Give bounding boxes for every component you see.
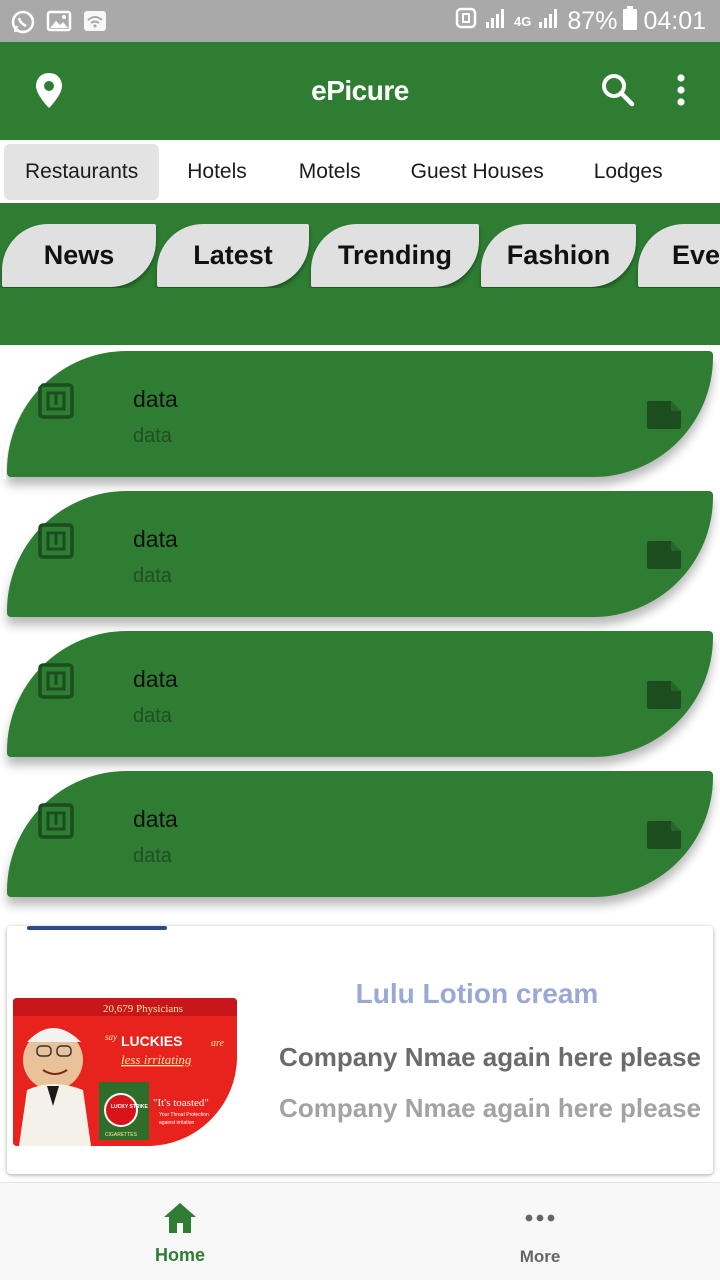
ad-image[interactable]: 20,679 Physicians say LUCKIES are less i… — [13, 998, 237, 1146]
category-tabs: Restaurants Hotels Motels Guest Houses L… — [0, 140, 720, 203]
list-item[interactable]: data data — [7, 491, 713, 617]
battery-icon — [623, 5, 638, 37]
list-item-subtitle: data — [133, 705, 172, 727]
search-icon[interactable] — [600, 72, 636, 113]
list-item-title: data — [133, 526, 178, 552]
ad-image-text-pack: LUCKY STRIKE — [111, 1104, 149, 1110]
tab-restaurants[interactable]: Restaurants — [4, 143, 160, 200]
chip-fashion[interactable]: Fashion — [481, 224, 636, 287]
signal-icon-2 — [537, 6, 561, 37]
ad-image-text-top: 20,679 Physicians — [103, 1003, 183, 1015]
tab-guest-houses[interactable]: Guest Houses — [385, 144, 568, 200]
ad-image-text-claim: less irritating — [121, 1052, 192, 1067]
ad-image-text-sub: Your Throat Protection — [159, 1112, 209, 1118]
note-icon — [645, 679, 683, 716]
clock: 04:01 — [643, 6, 706, 35]
nav-home-label: Home — [154, 1245, 205, 1265]
bottom-navigation: Home More — [0, 1182, 720, 1280]
ad-image-text-tagline: "It's toasted" — [153, 1097, 209, 1109]
nav-home[interactable]: Home — [0, 1183, 360, 1280]
nav-more-label: More — [519, 1247, 561, 1266]
battery-percent: 87% — [567, 6, 618, 35]
screen: 4G 87% 04:01 ePicure Restaurants Hotels … — [0, 0, 720, 1280]
list-item-title: data — [133, 806, 178, 832]
ad-title: Lulu Lotion cream — [355, 978, 599, 1009]
ad-image-text-are: are — [211, 1038, 225, 1049]
more-horiz-icon — [522, 1201, 558, 1240]
gallery-icon — [46, 9, 72, 33]
chip-latest[interactable]: Latest — [157, 224, 309, 287]
list-item[interactable]: data data — [7, 631, 713, 757]
whatsapp-icon — [10, 9, 35, 34]
tab-lodges[interactable]: Lodges — [568, 144, 687, 200]
list-item-title: data — [133, 386, 178, 412]
ad-image-text-cig: CIGARETTES — [105, 1132, 138, 1138]
note-icon — [645, 399, 683, 436]
app-bar: ePicure — [0, 42, 720, 140]
network-type: 4G — [514, 13, 532, 29]
list-item[interactable]: data data — [7, 351, 713, 477]
status-bar: 4G 87% 04:01 — [0, 0, 720, 42]
nfc-icon — [454, 6, 478, 37]
ad-divider — [27, 926, 167, 930]
ad-image-text-sub2: against irritation — [159, 1120, 195, 1126]
list-item-subtitle: data — [133, 845, 172, 867]
list-item-title: data — [133, 666, 178, 692]
list-item-subtitle: data — [133, 425, 172, 447]
chip-trending[interactable]: Trending — [311, 224, 479, 287]
wifi-icon — [82, 9, 106, 33]
note-icon — [645, 539, 683, 576]
note-icon — [645, 819, 683, 856]
chip-row: News Latest Trending Fashion Eve — [0, 224, 720, 288]
nfc-icon — [38, 803, 74, 844]
signal-icon — [484, 6, 508, 37]
ad-image-text-brand: LUCKIES — [121, 1033, 182, 1049]
nfc-icon — [38, 663, 74, 704]
home-icon — [162, 1201, 198, 1240]
list-item[interactable]: data data — [7, 771, 713, 897]
more-vert-icon[interactable] — [670, 72, 692, 113]
ad-banner[interactable]: 20,679 Physicians say LUCKIES are less i… — [7, 926, 713, 1174]
ad-company-line-2: Company Nmae again here please — [279, 1093, 701, 1123]
tab-motels[interactable]: Motels — [271, 144, 385, 200]
list-item-subtitle: data — [133, 565, 172, 587]
nav-more[interactable]: More — [360, 1183, 720, 1280]
tab-hotels[interactable]: Hotels — [159, 144, 271, 200]
nfc-icon — [38, 383, 74, 424]
ad-image-text-say: say — [105, 1032, 117, 1042]
ad-company-line-1: Company Nmae again here please — [279, 1042, 701, 1072]
chip-news[interactable]: News — [2, 224, 156, 287]
chip-events[interactable]: Eve — [638, 224, 720, 287]
nfc-icon — [38, 523, 74, 564]
